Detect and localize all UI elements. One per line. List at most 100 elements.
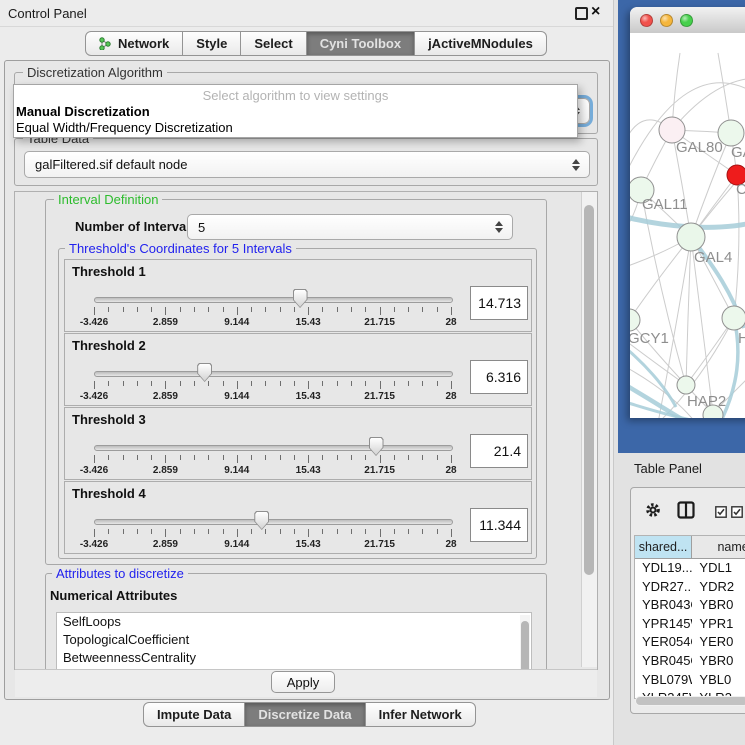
tab-network[interactable]: Network	[85, 31, 183, 56]
num-intervals-select[interactable]: 5	[187, 214, 513, 240]
dropdown-placeholder: Select algorithm to view settings	[14, 85, 577, 104]
network-window: GAL80GAL2GAL11CYC1GAL4GCY1HIS4HAP2	[630, 7, 745, 418]
algorithm-dropdown: Select algorithm to view settings Manual…	[13, 84, 578, 138]
tick-mark	[451, 381, 452, 389]
close-icon[interactable]: ×	[591, 3, 600, 21]
tick-label: 15.43	[296, 317, 321, 328]
split-columns-icon[interactable]	[677, 501, 695, 519]
slider-track[interactable]	[94, 445, 453, 451]
table-cell[interactable]: YBR0	[692, 596, 745, 615]
attributes-scrollbar-thumb[interactable]	[521, 621, 529, 670]
slider-handle[interactable]	[197, 363, 212, 382]
table-data-select[interactable]: galFiltered.sif default node	[24, 151, 590, 178]
top-tab-bar: NetworkStyleSelectCyni ToolboxjActiveMNo…	[85, 31, 547, 56]
table-panel: shared...name YDL19...YDL1YDR27...YDR2YB…	[630, 487, 745, 714]
close-traffic-icon[interactable]	[640, 14, 653, 27]
table-cell[interactable]: YPR145W	[635, 615, 692, 634]
threshold-value-input[interactable]	[471, 509, 527, 541]
network-node[interactable]	[722, 306, 745, 330]
algorithm-option[interactable]: Equal Width/Frequency Discretization	[14, 120, 577, 136]
tab-discretize-data[interactable]: Discretize Data	[245, 702, 365, 727]
tick-mark	[194, 455, 195, 460]
tick-mark	[180, 307, 181, 312]
tick-mark	[237, 455, 238, 463]
node-label: HIS4	[738, 330, 745, 347]
table-cell[interactable]: YDL19...	[635, 559, 692, 578]
attributes-scrollbar[interactable]	[520, 615, 530, 670]
network-edge[interactable]	[686, 237, 691, 385]
table-cell[interactable]: YPR1	[692, 615, 745, 634]
numerical-attributes-label: Numerical Attributes	[50, 588, 177, 603]
network-node[interactable]	[630, 309, 640, 331]
tab-impute-data[interactable]: Impute Data	[143, 702, 245, 727]
table-row[interactable]: YDR27...YDR2	[635, 578, 745, 597]
tab-cyni-toolbox[interactable]: Cyni Toolbox	[307, 31, 415, 56]
threshold-value-input[interactable]	[471, 361, 527, 393]
tab-style[interactable]: Style	[183, 31, 241, 56]
tick-label: 2.859	[153, 465, 178, 476]
apply-button[interactable]: Apply	[271, 671, 335, 693]
table-cell[interactable]: YBR045C	[635, 652, 692, 671]
tab-jactivemnodules[interactable]: jActiveMNodules	[415, 31, 547, 56]
table-row[interactable]: YBR043CYBR0	[635, 596, 745, 615]
slider-track[interactable]	[94, 297, 453, 303]
network-node[interactable]	[677, 376, 695, 394]
table-cell[interactable]: YBR0	[692, 652, 745, 671]
attribute-item[interactable]: BetweennessCentrality	[57, 649, 531, 667]
table-row[interactable]: YBL079WYBL0	[635, 671, 745, 690]
tick-mark	[437, 455, 438, 460]
column-header-shared-[interactable]: shared...	[635, 536, 692, 558]
table-cell[interactable]: YBL079W	[635, 671, 692, 690]
zoom-traffic-icon[interactable]	[680, 14, 693, 27]
settings-scrollbar-thumb[interactable]	[584, 205, 594, 575]
checkbox-icon[interactable]	[731, 506, 743, 518]
float-window-icon[interactable]	[575, 7, 588, 20]
settings-scrollbar[interactable]	[581, 192, 597, 667]
network-node[interactable]	[677, 223, 705, 251]
network-edge-highlighted[interactable]	[630, 345, 676, 407]
table-row[interactable]: YER054CYER0	[635, 633, 745, 652]
threshold-value-input[interactable]	[471, 287, 527, 319]
slider-track[interactable]	[94, 371, 453, 377]
network-edge[interactable]	[630, 237, 691, 320]
table-cell[interactable]: YER054C	[635, 633, 692, 652]
tick-mark	[437, 381, 438, 386]
algorithm-option[interactable]: Manual Discretization	[14, 104, 577, 120]
slider-track[interactable]	[94, 519, 453, 525]
tick-label: -3.426	[80, 391, 108, 402]
table-row[interactable]: YDL19...YDL1	[635, 559, 745, 578]
tick-mark	[322, 307, 323, 312]
attribute-item[interactable]: SelfLoops	[57, 613, 531, 631]
table-cell[interactable]: YDL1	[692, 559, 745, 578]
table-cell[interactable]: YDR27...	[635, 578, 692, 597]
tick-label: 21.715	[364, 391, 395, 402]
gear-icon[interactable]	[644, 501, 662, 519]
tick-mark	[351, 529, 352, 534]
tick-mark	[208, 529, 209, 534]
numerical-attributes-list: SelfLoopsTopologicalCoefficientBetweenne…	[56, 612, 532, 670]
table-row[interactable]: YPR145WYPR1	[635, 615, 745, 634]
slider-handle[interactable]	[254, 511, 269, 530]
tick-mark	[451, 307, 452, 315]
table-row[interactable]: YBR045CYBR0	[635, 652, 745, 671]
tab-select[interactable]: Select	[241, 31, 306, 56]
network-canvas[interactable]: GAL80GAL2GAL11CYC1GAL4GCY1HIS4HAP2	[630, 33, 745, 418]
column-header-name[interactable]: name	[692, 536, 745, 558]
threshold-value-input[interactable]	[471, 435, 527, 467]
slider-handle[interactable]	[293, 289, 308, 308]
attribute-item[interactable]: TopologicalCoefficient	[57, 631, 531, 649]
table-cell[interactable]: YBL0	[692, 671, 745, 690]
tab-infer-network[interactable]: Infer Network	[366, 702, 476, 727]
table-hscrollbar[interactable]	[635, 696, 745, 706]
tick-mark	[280, 381, 281, 386]
table-cell[interactable]: YER0	[692, 633, 745, 652]
slider-handle[interactable]	[369, 437, 384, 456]
table-hscrollbar-thumb[interactable]	[636, 697, 745, 705]
table-cell[interactable]: YDR2	[692, 578, 745, 597]
checkbox-icon[interactable]	[715, 506, 727, 518]
table-data-selected-value: galFiltered.sif default node	[35, 157, 187, 172]
tab-label: Infer Network	[379, 707, 462, 722]
table-cell[interactable]: YBR043C	[635, 596, 692, 615]
tick-mark	[251, 307, 252, 312]
minimize-traffic-icon[interactable]	[660, 14, 673, 27]
